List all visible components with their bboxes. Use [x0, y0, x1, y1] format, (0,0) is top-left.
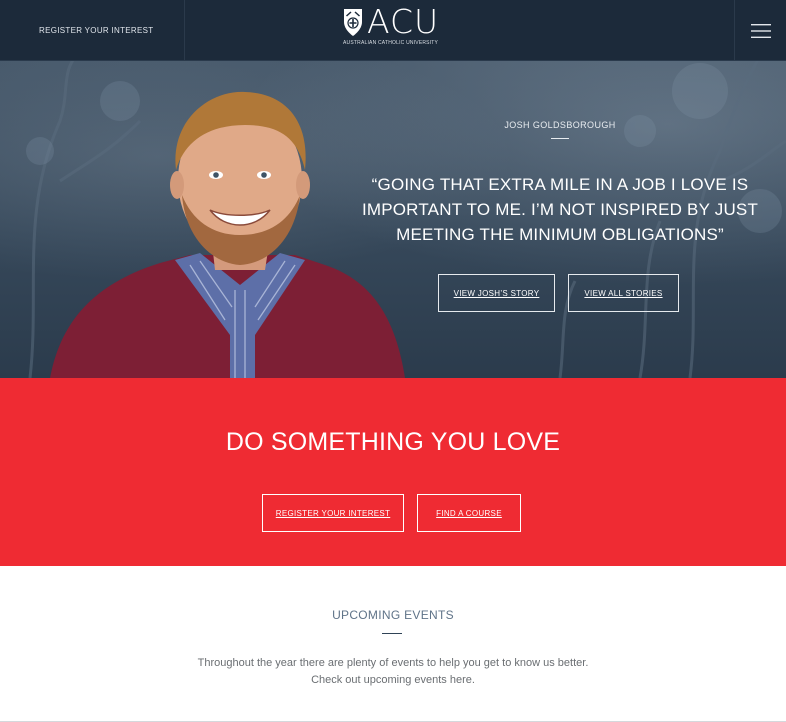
- acu-logo[interactable]: ACU AUSTRALIAN CATHOLIC UNIVERSITY: [343, 2, 453, 51]
- hamburger-menu-icon: [750, 23, 771, 38]
- acu-shield-icon: [344, 9, 362, 36]
- quote-line: IMPORTANT TO ME. I’M NOT INSPIRED BY JUS…: [361, 200, 759, 219]
- register-interest-button[interactable]: REGISTER YOUR INTEREST: [262, 494, 404, 532]
- quote-line: MEETING THE MINIMUM OBLIGATIONS”: [396, 225, 724, 244]
- testimonial-quote: “GOING THAT EXTRA MILE IN A JOB I LOVE I…: [355, 172, 765, 247]
- quote-line: “GOING THAT EXTRA MILE IN A JOB I LOVE I…: [371, 175, 749, 194]
- events-description-line[interactable]: Check out upcoming events here.: [0, 672, 786, 689]
- site-header: REGISTER YOUR INTEREST ACU AUSTRALIAN CA…: [0, 0, 786, 61]
- hero-banner: JOSH GOLDSBOROUGH “GOING THAT EXTRA MILE…: [0, 61, 786, 378]
- events-description-line: Throughout the year there are plenty of …: [197, 657, 589, 669]
- view-all-stories-button[interactable]: VIEW ALL STORIES: [568, 274, 679, 312]
- menu-button[interactable]: [734, 0, 786, 61]
- events-description: Throughout the year there are plenty of …: [0, 655, 786, 689]
- logo-subline: AUSTRALIAN CATHOLIC UNIVERSITY: [343, 40, 439, 46]
- testimonial-block: JOSH GOLDSBOROUGH “GOING THAT EXTRA MILE…: [355, 111, 765, 247]
- find-course-button[interactable]: FIND A COURSE: [417, 494, 521, 532]
- events-divider: [382, 633, 402, 634]
- view-story-button[interactable]: VIEW JOSH’S STORY: [438, 274, 555, 312]
- upcoming-events-section: UPCOMING EVENTS Throughout the year ther…: [0, 566, 786, 722]
- student-name: JOSH GOLDSBOROUGH: [504, 120, 616, 130]
- register-interest-link[interactable]: REGISTER YOUR INTEREST: [0, 0, 185, 61]
- events-title: UPCOMING EVENTS: [332, 608, 454, 622]
- cta-headline: DO SOMETHING YOU LOVE: [225, 428, 561, 456]
- name-divider: [551, 138, 569, 139]
- cta-band: DO SOMETHING YOU LOVE REGISTER YOUR INTE…: [0, 378, 786, 566]
- logo-wordmark: ACU: [367, 2, 440, 41]
